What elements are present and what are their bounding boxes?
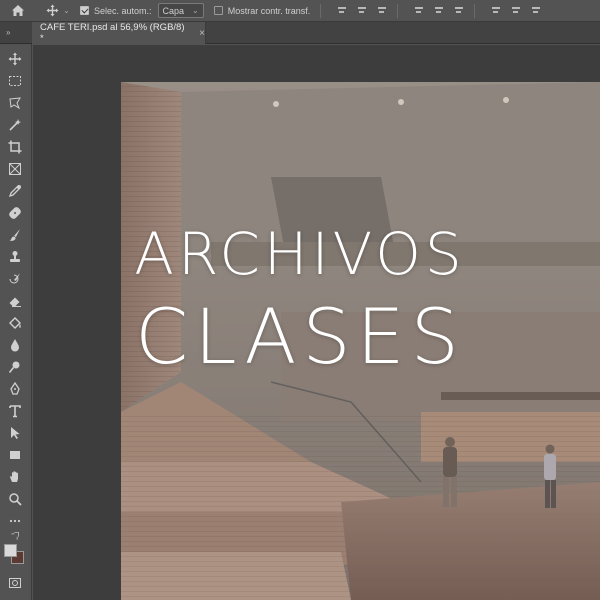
align-center-icon[interactable] bbox=[357, 6, 367, 15]
layer-select-value: Capa bbox=[162, 5, 185, 16]
rectangle-tool-icon[interactable] bbox=[4, 446, 26, 464]
close-icon[interactable]: × bbox=[199, 28, 205, 39]
divider bbox=[320, 3, 322, 18]
divider bbox=[397, 3, 399, 18]
magic-wand-tool-icon[interactable] bbox=[4, 116, 26, 134]
type-tool-icon[interactable] bbox=[4, 402, 26, 420]
auto-select-option[interactable]: Selec. autom.: bbox=[80, 0, 152, 22]
move-tool-preset-icon[interactable]: ⌄ bbox=[36, 0, 80, 22]
show-transform-label: Mostrar contr. transf. bbox=[227, 5, 311, 16]
eyedropper-tool-icon[interactable] bbox=[4, 182, 26, 200]
options-bar: ⌄ Selec. autom.: Capa ⌄ Mostrar contr. t… bbox=[0, 0, 600, 22]
align-vertical-group bbox=[414, 6, 464, 15]
document-tab[interactable]: CAFE TERI.psd al 56,9% (RGB/8) * × bbox=[32, 22, 206, 44]
pen-tool-icon[interactable] bbox=[4, 380, 26, 398]
distribute-group bbox=[491, 6, 541, 15]
distribute-top-icon[interactable] bbox=[491, 6, 501, 15]
chevron-down-icon: ⌄ bbox=[192, 6, 199, 15]
hand-tool-icon[interactable] bbox=[4, 468, 26, 486]
layer-select-dropdown[interactable]: Capa ⌄ bbox=[157, 3, 204, 18]
frame-tool-icon[interactable] bbox=[4, 160, 26, 178]
align-right-icon[interactable] bbox=[377, 6, 387, 15]
distribute-middle-icon[interactable] bbox=[511, 6, 521, 15]
align-left-icon[interactable] bbox=[337, 6, 347, 15]
crop-tool-icon[interactable] bbox=[4, 138, 26, 156]
home-icon[interactable] bbox=[0, 0, 36, 22]
align-bottom-icon[interactable] bbox=[454, 6, 464, 15]
auto-select-checkbox[interactable] bbox=[80, 6, 89, 15]
zoom-tool-icon[interactable] bbox=[4, 490, 26, 508]
divider bbox=[474, 3, 476, 18]
document-tabs-bar: » CAFE TERI.psd al 56,9% (RGB/8) * × bbox=[0, 22, 600, 44]
align-top-icon[interactable] bbox=[414, 6, 424, 15]
more-tools-icon[interactable] bbox=[4, 512, 26, 530]
align-middle-icon[interactable] bbox=[434, 6, 444, 15]
path-selection-tool-icon[interactable] bbox=[4, 424, 26, 442]
chevron-down-icon: ⌄ bbox=[63, 6, 70, 15]
overlay-title-line1: ARCHIVOS bbox=[134, 220, 466, 288]
document-tab-title: CAFE TERI.psd al 56,9% (RGB/8) * bbox=[40, 22, 185, 44]
show-transform-option[interactable]: Mostrar contr. transf. bbox=[213, 0, 311, 22]
quick-mask-icon[interactable] bbox=[4, 574, 26, 592]
auto-select-label: Selec. autom.: bbox=[94, 5, 152, 16]
foreground-color-swatch[interactable] bbox=[4, 544, 17, 557]
swap-colors-icon[interactable] bbox=[4, 530, 26, 542]
marquee-tool-icon[interactable] bbox=[4, 72, 26, 90]
align-buttons-group bbox=[337, 6, 387, 15]
collapse-panels-icon[interactable]: » bbox=[6, 28, 11, 37]
show-transform-checkbox[interactable] bbox=[213, 6, 223, 15]
overlay-title-line2: CLASES bbox=[135, 292, 465, 381]
distribute-bottom-icon[interactable] bbox=[531, 6, 541, 15]
lasso-tool-icon[interactable] bbox=[4, 94, 26, 112]
move-tool-icon[interactable] bbox=[4, 50, 26, 68]
